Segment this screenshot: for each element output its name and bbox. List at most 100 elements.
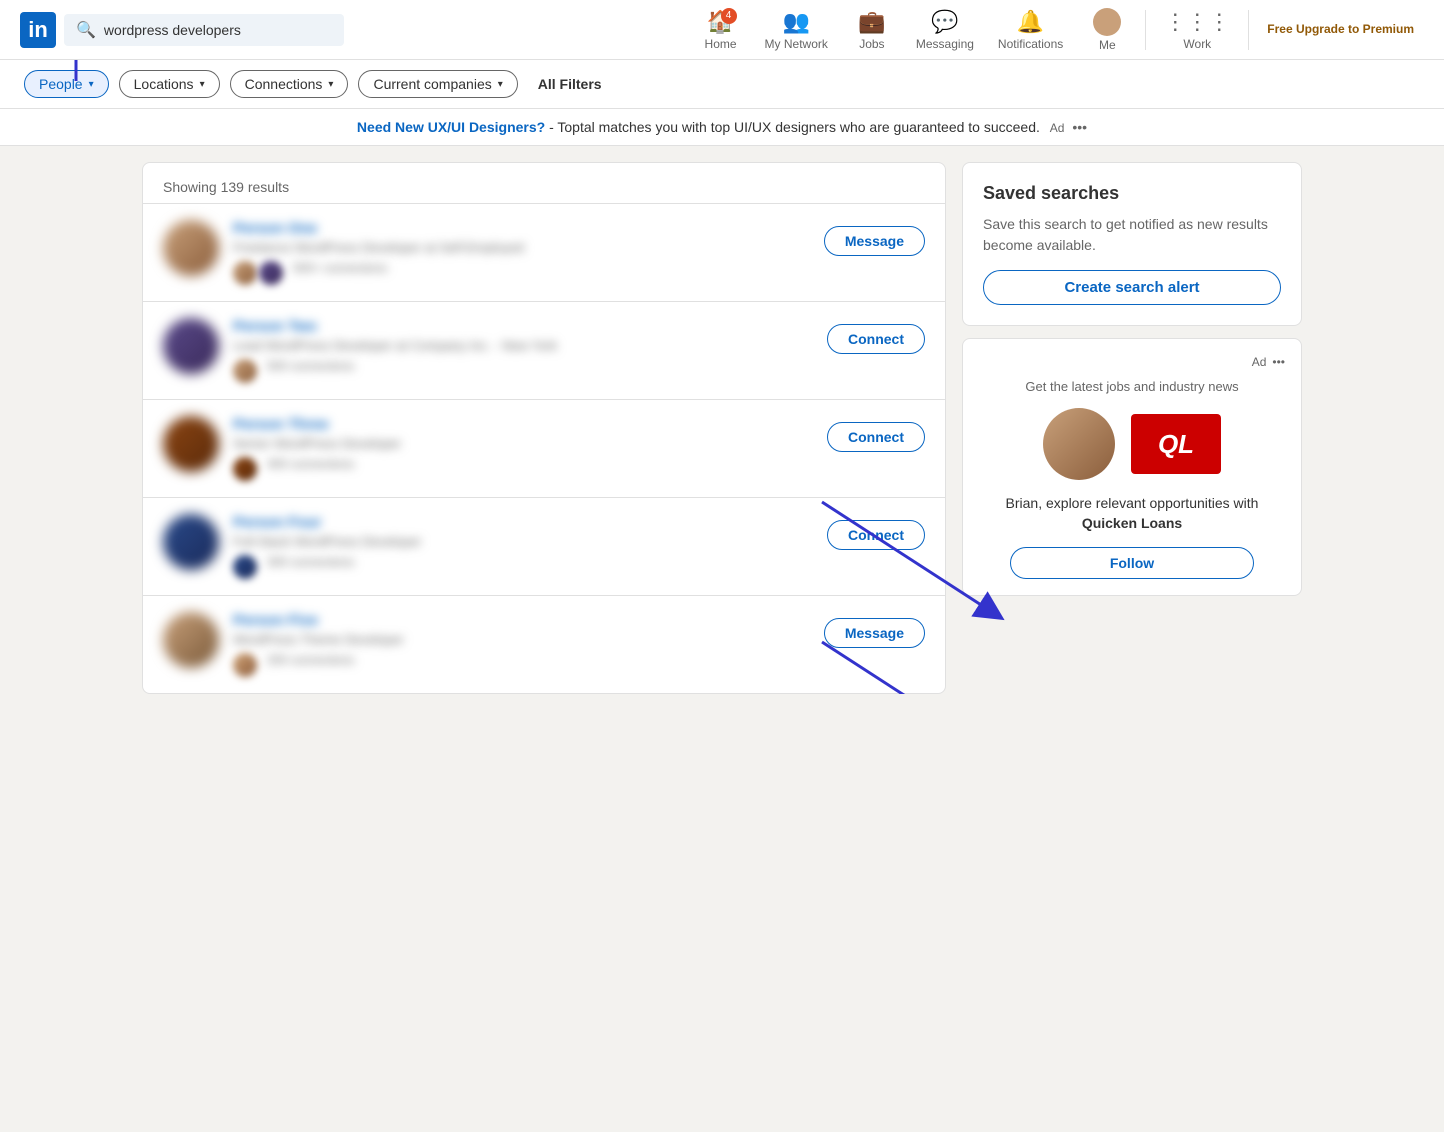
nav-premium[interactable]: Free Upgrade to Premium (1257, 0, 1424, 60)
main-content: Showing 139 results Person One Freelance… (122, 162, 1322, 694)
table-row: Person One Freelance WordPress Developer… (143, 203, 945, 301)
meta-avatar-2 (259, 261, 283, 285)
nav-home[interactable]: 🏠 Home 4 (691, 0, 751, 60)
ad-card: Ad ••• Get the latest jobs and industry … (962, 338, 1302, 596)
result-meta: 200 connections (233, 653, 810, 677)
nav-me-label: Me (1099, 38, 1116, 52)
meta-avatar (233, 653, 257, 677)
filter-bar: People ▾ Locations ▾ Connections ▾ Curre… (0, 60, 1444, 109)
sidebar: Saved searches Save this search to get n… (962, 162, 1302, 694)
current-companies-label: Current companies (373, 76, 491, 92)
follow-button[interactable]: Follow (1010, 547, 1255, 579)
result-name[interactable]: Person Three (233, 416, 813, 433)
jobs-icon: 💼 (858, 9, 885, 35)
locations-label: Locations (134, 76, 194, 92)
result-info: Person Three Senior WordPress Developer … (233, 416, 813, 481)
nav-me[interactable]: Me (1077, 0, 1137, 60)
notifications-icon: 🔔 (1017, 9, 1044, 35)
work-icon: ⋮⋮⋮ (1164, 9, 1230, 35)
current-companies-filter[interactable]: Current companies ▾ (358, 70, 517, 98)
message-button[interactable]: Message (824, 226, 925, 256)
meta-avatar (233, 261, 257, 285)
connections-filter[interactable]: Connections ▾ (230, 70, 349, 98)
result-title: Lead WordPress Developer at Company Inc.… (233, 338, 813, 353)
table-row: Person Four Full-Stack WordPress Develop… (143, 497, 945, 595)
messaging-icon: 💬 (931, 9, 958, 35)
avatar (163, 416, 219, 472)
my-network-icon: 👥 (783, 9, 810, 35)
result-info: Person One Freelance WordPress Developer… (233, 220, 810, 285)
connect-button[interactable]: Connect (827, 324, 925, 354)
result-info: Person Five WordPress Theme Developer 20… (233, 612, 810, 677)
result-title: WordPress Theme Developer (233, 632, 810, 647)
ad-card-options-icon[interactable]: ••• (1272, 355, 1285, 369)
result-name[interactable]: Person Five (233, 612, 810, 629)
nav-messaging[interactable]: 💬 Messaging (906, 0, 984, 60)
nav-divider (1145, 10, 1146, 50)
result-meta: 400 connections (233, 457, 813, 481)
all-filters-button[interactable]: All Filters (528, 71, 612, 97)
nav-my-network[interactable]: 👥 My Network (755, 0, 838, 60)
nav-work[interactable]: ⋮⋮⋮ Work (1154, 0, 1240, 60)
locations-filter[interactable]: Locations ▾ (119, 70, 220, 98)
result-meta: 300 connections (233, 555, 813, 579)
connect-button[interactable]: Connect (827, 422, 925, 452)
results-count: Showing 139 results (163, 179, 289, 195)
results-panel: Showing 139 results Person One Freelance… (142, 162, 946, 694)
ad-link[interactable]: Need New UX/UI Designers? (357, 119, 545, 135)
result-meta-text: 500 connections (267, 359, 354, 383)
connect-button[interactable]: Connect (827, 520, 925, 550)
search-icon: 🔍 (76, 20, 96, 40)
nav-messaging-label: Messaging (916, 37, 974, 51)
search-input[interactable] (104, 22, 332, 38)
result-meta-text: 500+ connections (293, 261, 387, 285)
result-meta: 500 connections (233, 359, 813, 383)
message-button[interactable]: Message (824, 618, 925, 648)
ad-person-avatar (1043, 408, 1115, 480)
ad-label: Ad (1050, 121, 1065, 135)
nav-home-label: Home (705, 37, 737, 51)
result-info: Person Two Lead WordPress Developer at C… (233, 318, 813, 383)
people-chevron-icon: ▾ (89, 79, 94, 90)
nav-notifications[interactable]: 🔔 Notifications (988, 0, 1073, 60)
avatar (1093, 8, 1121, 36)
result-meta: 500+ connections (233, 261, 810, 285)
result-action: Message (824, 226, 925, 256)
ad-company-name: Quicken Loans (1082, 515, 1182, 531)
result-info: Person Four Full-Stack WordPress Develop… (233, 514, 813, 579)
result-name[interactable]: Person Four (233, 514, 813, 531)
nav-jobs-label: Jobs (859, 37, 884, 51)
ad-text: - Toptal matches you with top UI/UX desi… (549, 119, 1040, 135)
saved-searches-title: Saved searches (983, 183, 1281, 204)
current-companies-chevron-icon: ▾ (498, 79, 503, 90)
linkedin-logo[interactable]: in (20, 12, 56, 48)
nav-jobs[interactable]: 💼 Jobs (842, 0, 902, 60)
table-row: Person Two Lead WordPress Developer at C… (143, 301, 945, 399)
ad-company-logo: QL (1131, 414, 1221, 474)
result-name[interactable]: Person Two (233, 318, 813, 335)
result-name[interactable]: Person One (233, 220, 810, 237)
nav-divider-2 (1248, 10, 1249, 50)
result-meta-text: 200 connections (267, 653, 354, 677)
people-filter[interactable]: People ▾ (24, 70, 109, 98)
ad-card-header: Ad ••• (979, 355, 1285, 369)
ad-card-label: Ad (1252, 355, 1267, 369)
create-alert-button[interactable]: Create search alert (983, 270, 1281, 305)
ad-card-description: Get the latest jobs and industry news (979, 379, 1285, 394)
avatar (163, 612, 219, 668)
connections-label: Connections (245, 76, 323, 92)
navbar: in 🔍 🏠 Home 4 👥 My Network 💼 Jobs 💬 Mess… (0, 0, 1444, 60)
meta-avatar (233, 359, 257, 383)
ad-options-icon[interactable]: ••• (1072, 119, 1087, 135)
results-header: Showing 139 results (143, 163, 945, 203)
ad-card-text: Brian, explore relevant opportunities wi… (979, 494, 1285, 533)
saved-searches-description: Save this search to get notified as new … (983, 214, 1281, 256)
result-action: Message (824, 618, 925, 648)
result-title: Senior WordPress Developer (233, 436, 813, 451)
result-action: Connect (827, 422, 925, 452)
nav-items: 🏠 Home 4 👥 My Network 💼 Jobs 💬 Messaging… (691, 0, 1424, 60)
home-badge: 4 (721, 8, 737, 24)
meta-avatar (233, 555, 257, 579)
ad-logos: QL (979, 408, 1285, 480)
avatar (163, 318, 219, 374)
